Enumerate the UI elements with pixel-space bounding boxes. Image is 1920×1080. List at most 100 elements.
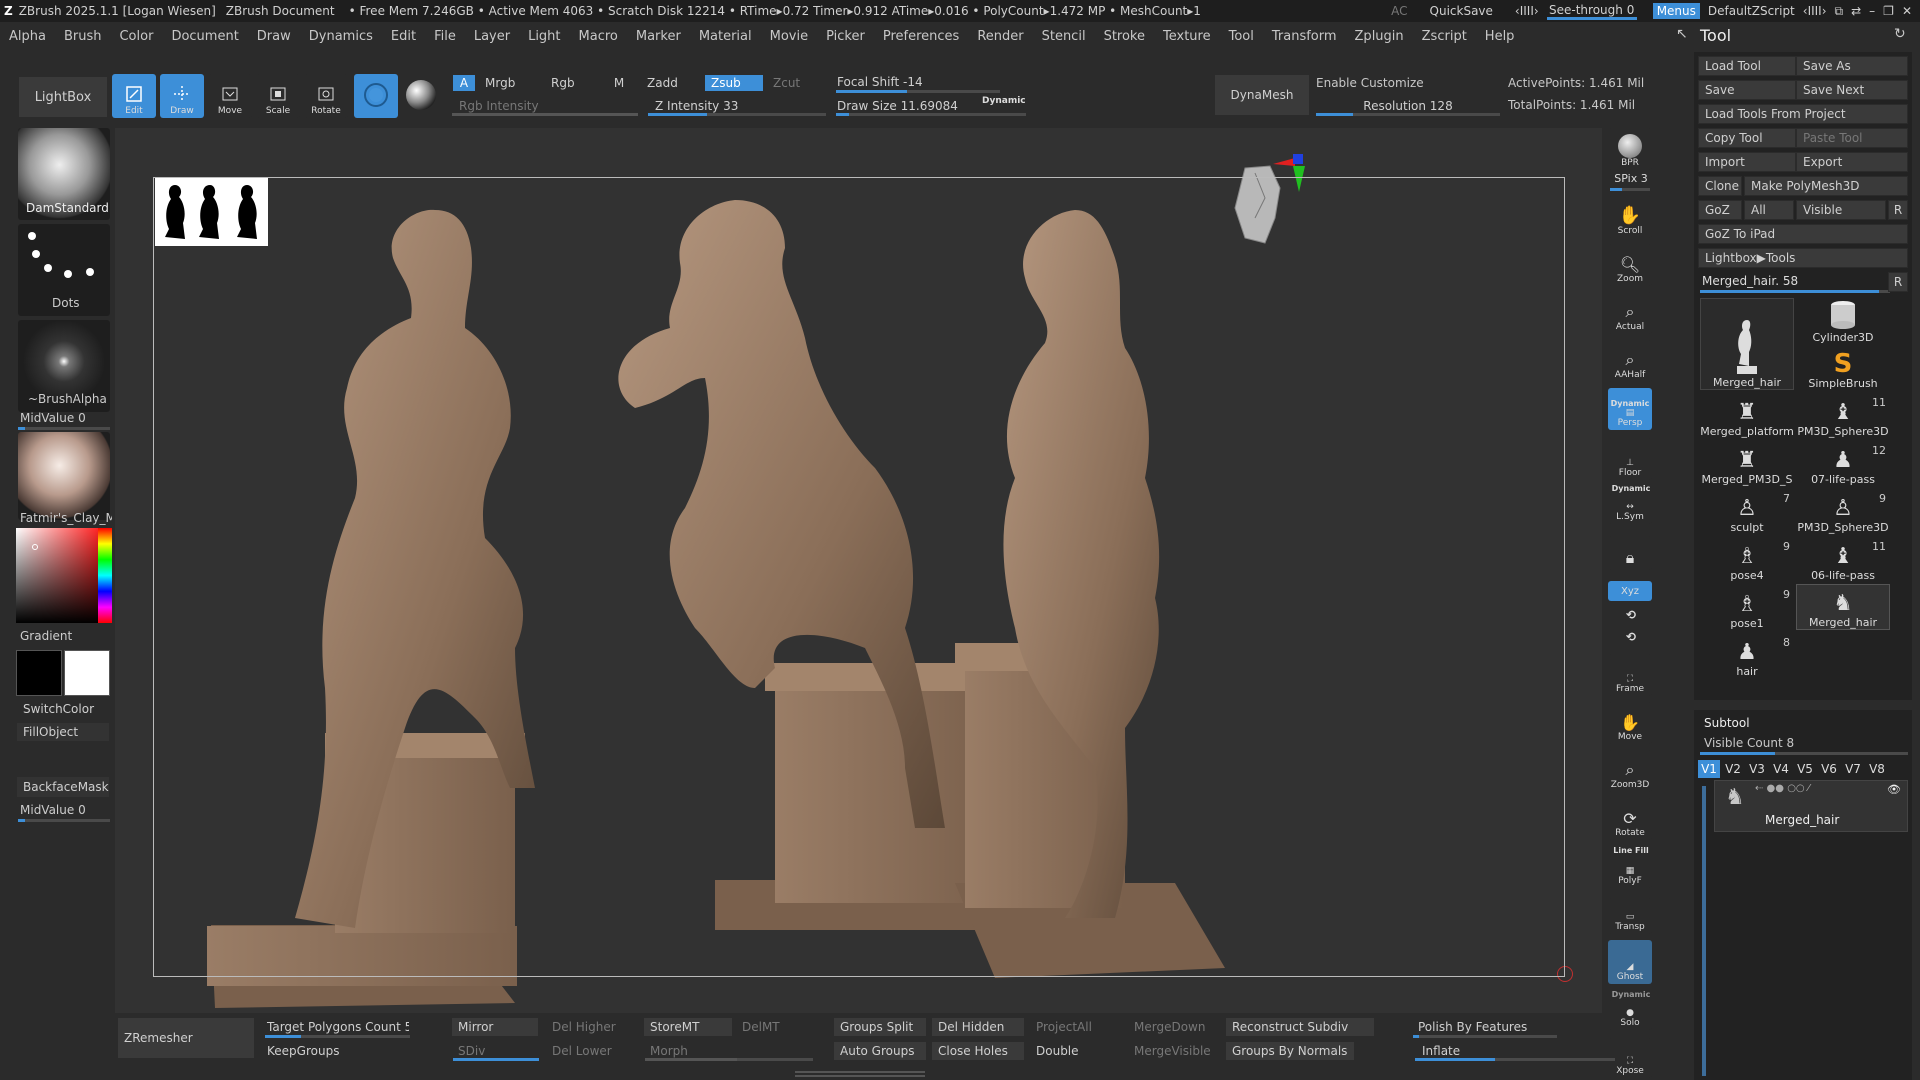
storemt-button[interactable]: StoreMT bbox=[643, 1017, 733, 1037]
menu-movie[interactable]: Movie bbox=[761, 29, 817, 44]
move-view-button[interactable]: ✋ Move bbox=[1608, 702, 1652, 744]
menu-light[interactable]: Light bbox=[519, 29, 569, 44]
goz-to-ipad-button[interactable]: GoZ To iPad bbox=[1698, 224, 1908, 244]
tool-hair[interactable]: 8 ♟ hair bbox=[1700, 632, 1794, 678]
load-tool-button[interactable]: Load Tool bbox=[1698, 56, 1796, 76]
menu-transform[interactable]: Transform bbox=[1263, 29, 1346, 44]
tool-merged-platform[interactable]: ♜ Merged_platform bbox=[1700, 392, 1794, 438]
paste-tool-button[interactable]: Paste Tool bbox=[1796, 128, 1908, 148]
save-next-button[interactable]: Save Next bbox=[1796, 80, 1908, 100]
menu-file[interactable]: File bbox=[425, 29, 465, 44]
switchcolor-button[interactable]: SwitchColor bbox=[16, 699, 110, 719]
menu-layer[interactable]: Layer bbox=[465, 29, 519, 44]
menu-stencil[interactable]: Stencil bbox=[1033, 29, 1095, 44]
lsym-button[interactable]: ↔ L.Sym bbox=[1608, 494, 1652, 524]
edit-button[interactable]: Edit bbox=[112, 74, 156, 118]
lightbox-tools-button[interactable]: Lightbox▶Tools bbox=[1698, 248, 1908, 268]
menu-alpha[interactable]: Alpha bbox=[0, 29, 55, 44]
del-higher-button[interactable]: Del Higher bbox=[545, 1017, 625, 1037]
window-swap-icon[interactable]: ⇄ bbox=[1851, 4, 1861, 18]
make-polymesh3d-button[interactable]: Make PolyMesh3D bbox=[1744, 176, 1908, 196]
scroll-button[interactable]: ✋ Scroll bbox=[1608, 196, 1652, 238]
material-sphere-icon[interactable] bbox=[406, 80, 436, 110]
aahalf-button[interactable]: ⌕ AAHalf bbox=[1608, 340, 1652, 382]
solo-button[interactable]: ● Solo bbox=[1608, 1000, 1652, 1030]
main-color-swatch[interactable] bbox=[16, 650, 62, 696]
tool-07-life-pass[interactable]: 12 ♟ 07-life-pass bbox=[1796, 440, 1890, 486]
fillobject-button[interactable]: FillObject bbox=[16, 722, 110, 742]
zadd-button[interactable]: Zadd bbox=[640, 74, 700, 92]
bpr-button[interactable]: BPR bbox=[1608, 128, 1652, 170]
menu-marker[interactable]: Marker bbox=[627, 29, 690, 44]
quicksave-button[interactable]: QuickSave bbox=[1430, 4, 1493, 18]
subtool-controls-icon[interactable]: ⇠ ●● ○○ ⁄ bbox=[1755, 783, 1810, 794]
see-through-slider[interactable]: See-through 0 bbox=[1546, 3, 1637, 20]
tool-merged-pm3d[interactable]: ♜ Merged_PM3D_S bbox=[1700, 440, 1794, 486]
del-lower-button[interactable]: Del Lower bbox=[545, 1041, 625, 1061]
close-icon[interactable]: ✕ bbox=[1902, 4, 1912, 18]
polish-by-features-slider[interactable]: Polish By Features bbox=[1411, 1017, 1557, 1037]
mergevisible-button[interactable]: MergeVisible bbox=[1127, 1041, 1221, 1061]
menu-macro[interactable]: Macro bbox=[570, 29, 627, 44]
save-as-button[interactable]: Save As bbox=[1796, 56, 1908, 76]
gradient-label[interactable]: Gradient bbox=[20, 629, 72, 643]
menu-brush[interactable]: Brush bbox=[55, 29, 111, 44]
v5-button[interactable]: V5 bbox=[1794, 760, 1816, 778]
menu-tool[interactable]: Tool bbox=[1220, 29, 1263, 44]
tool-merged-hair[interactable]: Merged_hair bbox=[1700, 298, 1794, 390]
mergedown-button[interactable]: MergeDown bbox=[1127, 1017, 1221, 1037]
groups-by-normals-button[interactable]: Groups By Normals bbox=[1225, 1041, 1355, 1061]
layout-icon[interactable]: ‹IIII› bbox=[1803, 4, 1827, 18]
zoom3d-button[interactable]: ⌕ Zoom3D bbox=[1608, 750, 1652, 792]
auto-groups-button[interactable]: Auto Groups bbox=[833, 1041, 927, 1061]
eye-icon[interactable]: 👁︎ bbox=[1887, 783, 1901, 796]
minimize-icon[interactable]: – bbox=[1869, 4, 1875, 18]
subtool-title[interactable]: Subtool bbox=[1704, 716, 1750, 730]
zcut-button[interactable]: Zcut bbox=[766, 74, 826, 92]
tool-pin-icon[interactable]: ↖ bbox=[1676, 26, 1688, 42]
subtool-item[interactable]: ♞ ⇠ ●● ○○ ⁄ 👁︎ Merged_hair bbox=[1714, 780, 1908, 832]
menu-material[interactable]: Material bbox=[690, 29, 761, 44]
close-holes-button[interactable]: Close Holes bbox=[931, 1041, 1025, 1061]
tool-simplebrush[interactable]: S SimpleBrush bbox=[1796, 344, 1890, 390]
color-picker[interactable] bbox=[16, 528, 112, 623]
dynamic-label[interactable]: Dynamic bbox=[982, 96, 1026, 106]
menu-picker[interactable]: Picker bbox=[817, 29, 874, 44]
spix-slider[interactable]: SPix 3 bbox=[1602, 172, 1660, 185]
window-layout-icon[interactable]: ⧉ bbox=[1835, 4, 1844, 19]
keepgroups-button[interactable]: KeepGroups bbox=[260, 1041, 350, 1061]
tool-sculpt[interactable]: 7 ♙ sculpt bbox=[1700, 488, 1794, 534]
rotate-view-button[interactable]: ⟳ Rotate bbox=[1608, 798, 1652, 840]
v7-button[interactable]: V7 bbox=[1842, 760, 1864, 778]
v2-button[interactable]: V2 bbox=[1722, 760, 1744, 778]
v4-button[interactable]: V4 bbox=[1770, 760, 1792, 778]
ghost-button[interactable]: ◢ Ghost bbox=[1608, 940, 1652, 984]
floor-button[interactable]: ⊥ Floor bbox=[1608, 438, 1652, 480]
copy-tool-button[interactable]: Copy Tool bbox=[1698, 128, 1796, 148]
del-hidden-button[interactable]: Del Hidden bbox=[931, 1017, 1025, 1037]
v8-button[interactable]: V8 bbox=[1866, 760, 1888, 778]
midvalue-slider-1[interactable]: MidValue 0 bbox=[20, 411, 86, 425]
polyf-button[interactable]: ▦ PolyF bbox=[1608, 856, 1652, 888]
save-button[interactable]: Save bbox=[1698, 80, 1796, 100]
actual-button[interactable]: ⌕ Actual bbox=[1608, 292, 1652, 334]
xyz-button[interactable]: Xyz bbox=[1608, 581, 1652, 601]
zoom-button[interactable]: 🔍︎ Zoom bbox=[1608, 244, 1652, 286]
rgb-button[interactable]: Rgb bbox=[544, 74, 604, 92]
reconstruct-subdiv-button[interactable]: Reconstruct Subdiv bbox=[1225, 1017, 1375, 1037]
restore-icon[interactable]: ❐ bbox=[1883, 4, 1894, 18]
load-tools-from-project-button[interactable]: Load Tools From Project bbox=[1698, 104, 1908, 124]
export-button[interactable]: Export bbox=[1796, 152, 1908, 172]
menu-draw[interactable]: Draw bbox=[248, 29, 300, 44]
goz-button[interactable]: GoZ bbox=[1698, 200, 1742, 220]
tool-06-life-pass[interactable]: 11 ♝ 06-life-pass bbox=[1796, 536, 1890, 582]
m-button[interactable]: M bbox=[604, 74, 634, 92]
panel-cycle-icon[interactable]: ↻ bbox=[1894, 26, 1906, 42]
material-thumbnail[interactable] bbox=[18, 432, 110, 520]
rotate-button[interactable]: Rotate bbox=[304, 74, 348, 118]
menu-edit[interactable]: Edit bbox=[382, 29, 425, 44]
hue-bar[interactable] bbox=[98, 528, 112, 623]
focal-shift-slider[interactable]: Focal Shift -14 bbox=[830, 72, 1000, 92]
import-button[interactable]: Import bbox=[1698, 152, 1796, 172]
goz-all-button[interactable]: All bbox=[1744, 200, 1794, 220]
